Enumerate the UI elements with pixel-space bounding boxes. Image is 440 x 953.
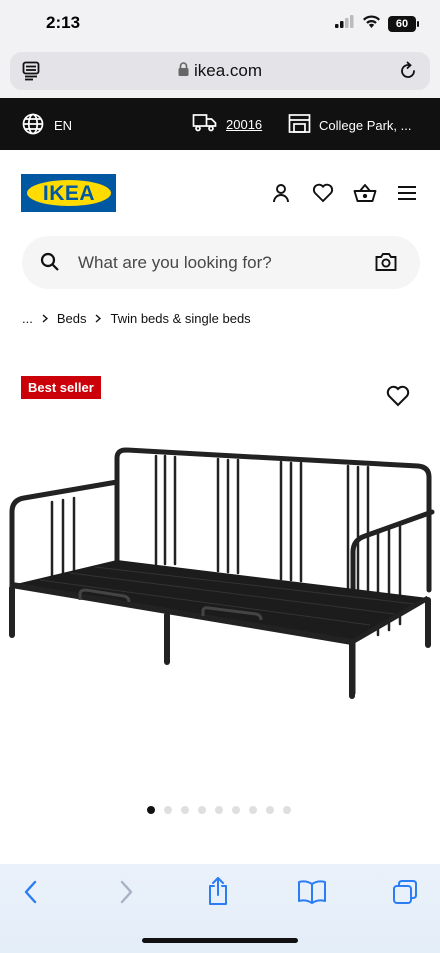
image-pagination: [147, 806, 291, 814]
search-bar: [22, 236, 420, 289]
pagination-dot[interactable]: [198, 806, 206, 814]
logo-oval: IKEA: [26, 180, 111, 206]
store-icon: [288, 113, 311, 137]
truck-icon: [192, 113, 217, 135]
search-icon[interactable]: [40, 252, 60, 277]
svg-text:IKEA: IKEA: [42, 183, 94, 203]
lock-icon: [178, 61, 189, 81]
header-actions: [268, 180, 420, 206]
pagination-dot[interactable]: [147, 806, 155, 814]
basket-icon[interactable]: [352, 180, 378, 206]
language-label: EN: [54, 118, 73, 133]
pagination-dot[interactable]: [232, 806, 240, 814]
breadcrumb-twin-beds[interactable]: Twin beds & single beds: [110, 311, 250, 326]
delivery-zip[interactable]: 20016: [192, 113, 262, 135]
store-selector[interactable]: College Park, ...: [288, 113, 412, 137]
back-icon[interactable]: [22, 879, 40, 910]
account-icon[interactable]: [268, 180, 294, 206]
battery-icon: 60: [388, 15, 419, 32]
menu-icon[interactable]: [394, 180, 420, 206]
ikea-logo[interactable]: IKEA: [21, 174, 116, 212]
chevron-right-icon: [95, 312, 102, 326]
heart-icon[interactable]: [310, 180, 336, 206]
status-time: 2:13: [46, 13, 81, 32]
pagination-dot[interactable]: [215, 806, 223, 814]
status-icons: 60: [335, 14, 419, 33]
site-header: IKEA: [0, 150, 440, 236]
share-icon[interactable]: [206, 876, 230, 911]
pagination-dot[interactable]: [164, 806, 172, 814]
language-selector[interactable]: EN: [22, 113, 72, 138]
wifi-icon: [362, 14, 381, 33]
home-indicator: [142, 938, 298, 943]
browser-url-area: ikea.com: [0, 48, 440, 98]
breadcrumb-ellipsis[interactable]: ...: [22, 311, 33, 326]
tabs-icon[interactable]: [392, 879, 418, 910]
url-bar[interactable]: ikea.com: [10, 52, 430, 90]
favorite-heart-icon[interactable]: [386, 385, 410, 412]
url-text: ikea.com: [193, 61, 263, 80]
camera-search-icon[interactable]: [375, 252, 397, 277]
pagination-dot[interactable]: [266, 806, 274, 814]
bookmarks-icon[interactable]: [297, 879, 327, 910]
status-bar: 2:13 60: [0, 0, 440, 48]
pagination-dot[interactable]: [283, 806, 291, 814]
url-display[interactable]: ikea.com: [10, 61, 430, 81]
search-input[interactable]: [78, 244, 358, 281]
breadcrumb: ... Beds Twin beds & single beds: [22, 311, 251, 326]
store-name: College Park, ...: [319, 117, 412, 133]
location-strip: EN 20016 College Park, ...: [0, 98, 440, 150]
reload-icon[interactable]: [398, 61, 418, 86]
chevron-right-icon: [42, 312, 48, 326]
logo-wordmark: IKEA: [42, 183, 94, 203]
globe-icon: [22, 113, 44, 138]
zip-code-link[interactable]: 20016: [226, 117, 262, 132]
pagination-dot[interactable]: [249, 806, 257, 814]
forward-icon[interactable]: [117, 879, 135, 910]
daybed-frame-image: [9, 447, 435, 699]
signal-icon: [335, 14, 355, 33]
product-image[interactable]: [0, 430, 440, 720]
best-seller-badge: Best seller: [21, 376, 101, 399]
pagination-dot[interactable]: [181, 806, 189, 814]
breadcrumb-beds[interactable]: Beds: [57, 311, 87, 326]
